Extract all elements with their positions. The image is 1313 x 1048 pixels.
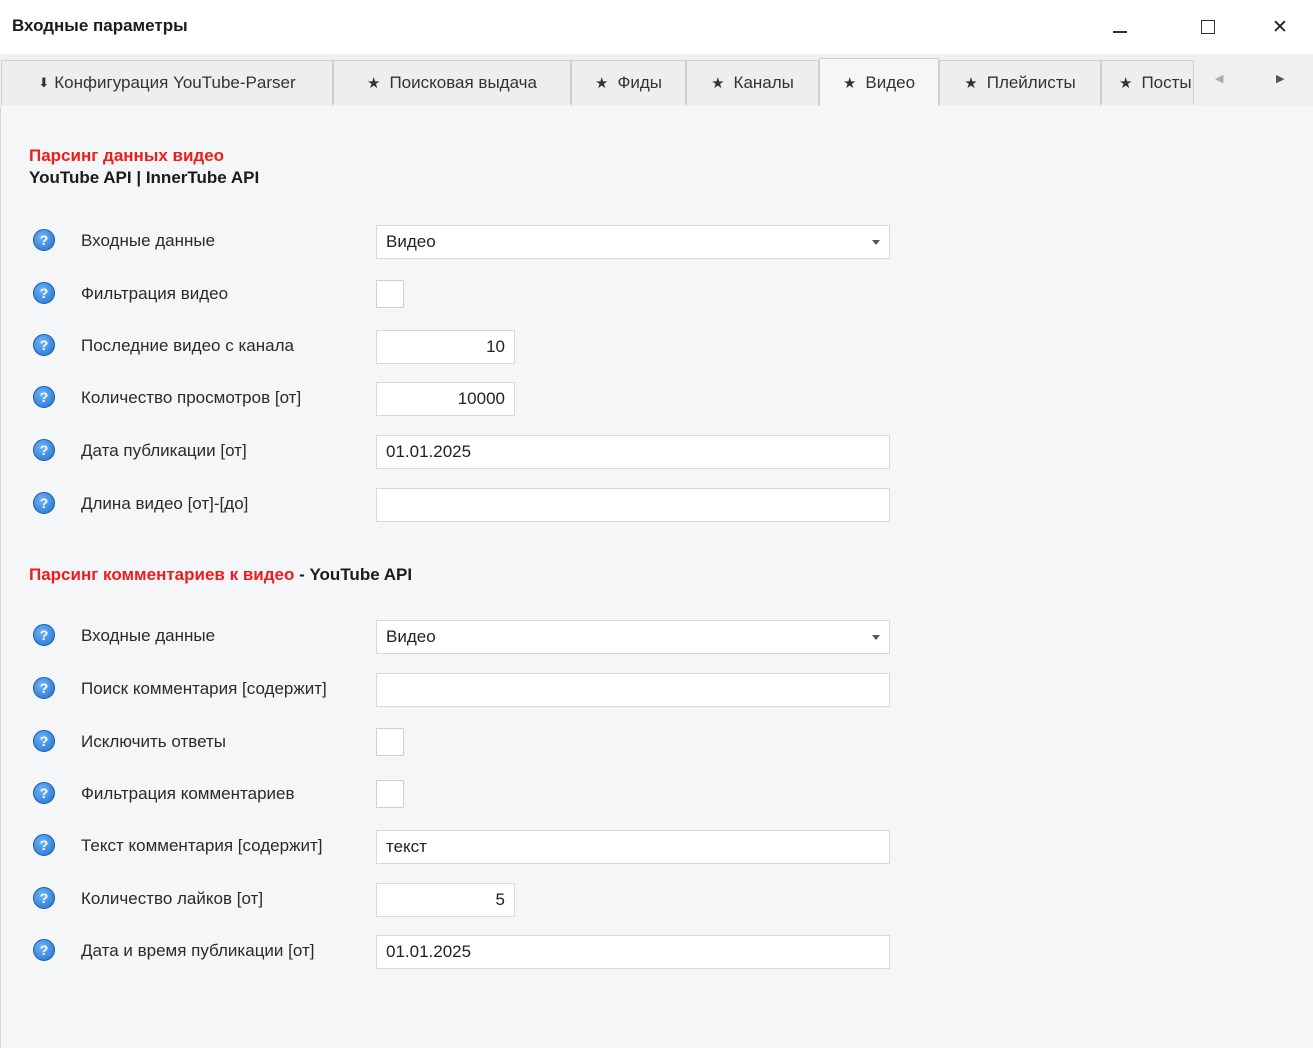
close-button[interactable]: ✕: [1258, 10, 1302, 44]
row-search-comment: ? Поиск комментария [содержит]: [1, 673, 1313, 707]
video-input-data-select[interactable]: Видео: [376, 225, 890, 259]
field-label: Поиск комментария [содержит]: [81, 679, 327, 698]
field-label: Текст комментария [содержит]: [81, 836, 323, 855]
help-icon[interactable]: ?: [33, 492, 55, 514]
help-icon[interactable]: ?: [33, 386, 55, 408]
field-label: Входные данные: [81, 626, 216, 645]
help-icon[interactable]: ?: [33, 730, 55, 752]
help-icon[interactable]: ?: [33, 439, 55, 461]
tab-feeds[interactable]: ★ Фиды: [571, 60, 686, 105]
row-views-from: ? Количество просмотров [от] 10000: [1, 382, 1313, 416]
tab-label: Посты: [1141, 73, 1192, 92]
publish-datetime-from-input[interactable]: 01.01.2025: [376, 935, 890, 969]
star-icon: ★: [1119, 75, 1133, 92]
field-label: Количество просмотров [от]: [81, 388, 302, 407]
field-label: Исключить ответы: [81, 732, 226, 751]
star-icon: ★: [594, 75, 609, 92]
star-icon: ★: [711, 75, 725, 92]
help-icon[interactable]: ?: [33, 282, 55, 304]
field-label: Входные данные: [81, 231, 216, 250]
tab-video[interactable]: ★ Видео: [819, 58, 939, 106]
exclude-replies-checkbox[interactable]: [376, 728, 404, 756]
publish-date-from-input[interactable]: 01.01.2025: [376, 435, 890, 469]
comments-heading-suffix: - YouTube API: [294, 565, 413, 584]
download-icon: ⬇: [38, 75, 50, 90]
dropdown-arrow-icon: [872, 240, 880, 245]
tab-label: Плейлисты: [986, 73, 1076, 92]
help-icon[interactable]: ?: [33, 624, 55, 646]
field-label: Длина видео [от]-[до]: [81, 494, 249, 513]
tab-posts[interactable]: ★ Посты: [1101, 60, 1194, 105]
row-video-input-data: ? Входные данные Видео: [1, 225, 1313, 259]
row-likes-from: ? Количество лайков [от] 5: [1, 883, 1313, 917]
help-icon[interactable]: ?: [33, 334, 55, 356]
tab-search-results[interactable]: ★ Поисковая выдача: [333, 60, 571, 105]
dropdown-arrow-icon: [872, 635, 880, 640]
row-video-length: ? Длина видео [от]-[до]: [1, 488, 1313, 522]
tab-strip: ⬇ Конфигурация YouTube-Parser ★ Поискова…: [0, 54, 1313, 107]
field-label: Фильтрация видео: [81, 284, 229, 303]
select-value: Видео: [386, 232, 436, 251]
video-section-heading: Парсинг данных видео: [29, 146, 225, 165]
help-icon[interactable]: ?: [33, 939, 55, 961]
comments-input-data-select[interactable]: Видео: [376, 620, 890, 654]
title-bar: Входные параметры ✕: [0, 0, 1313, 54]
star-icon: ★: [964, 75, 978, 92]
comment-text-input[interactable]: текст: [376, 830, 890, 864]
help-icon[interactable]: ?: [33, 782, 55, 804]
star-icon: ★: [367, 75, 381, 92]
minimize-icon: [1113, 31, 1127, 33]
tab-label: Каналы: [733, 73, 794, 92]
row-exclude-replies: ? Исключить ответы: [1, 726, 1313, 760]
close-icon: ✕: [1272, 16, 1288, 38]
row-publish-date-from: ? Дата публикации [от] 01.01.2025: [1, 435, 1313, 469]
likes-from-input[interactable]: 5: [376, 883, 515, 917]
search-comment-input[interactable]: [376, 673, 890, 707]
tab-label: Видео: [865, 72, 916, 92]
maximize-button[interactable]: [1186, 10, 1230, 44]
tab-playlists[interactable]: ★ Плейлисты: [939, 60, 1101, 105]
select-value: Видео: [386, 627, 436, 646]
field-label: Последние видео с канала: [81, 336, 294, 355]
row-filter-video: ? Фильтрация видео: [1, 278, 1313, 312]
tab-content-video: Парсинг данных видео YouTube API | Inner…: [0, 106, 1313, 1048]
field-label: Количество лайков [от]: [81, 889, 264, 908]
tab-channels[interactable]: ★ Каналы: [686, 60, 819, 105]
tab-label: Конфигурация YouTube-Parser: [54, 73, 296, 92]
video-section-subheading: YouTube API | InnerTube API: [29, 168, 260, 187]
tab-scroll-right-icon[interactable]: ▶: [1276, 72, 1284, 85]
help-icon[interactable]: ?: [33, 229, 55, 251]
last-videos-input[interactable]: 10: [376, 330, 515, 364]
filter-video-checkbox[interactable]: [376, 280, 404, 308]
row-filter-comments: ? Фильтрация комментариев: [1, 778, 1313, 812]
video-length-input[interactable]: [376, 488, 890, 522]
row-publish-datetime-from: ? Дата и время публикации [от] 01.01.202…: [1, 935, 1313, 969]
filter-comments-checkbox[interactable]: [376, 780, 404, 808]
row-comments-input-data: ? Входные данные Видео: [1, 620, 1313, 654]
help-icon[interactable]: ?: [33, 677, 55, 699]
row-comment-text: ? Текст комментария [содержит] текст: [1, 830, 1313, 864]
minimize-button[interactable]: [1098, 10, 1142, 44]
comments-section-heading: Парсинг комментариев к видео - YouTube A…: [29, 565, 412, 585]
help-icon[interactable]: ?: [33, 887, 55, 909]
window-title: Входные параметры: [12, 16, 188, 35]
row-last-videos: ? Последние видео с канала 10: [1, 330, 1313, 364]
field-label: Дата публикации [от]: [81, 441, 247, 460]
field-label: Дата и время публикации [от]: [81, 941, 315, 960]
tab-scroll-left-icon[interactable]: ◀: [1215, 72, 1223, 85]
tab-youtube-parser-config[interactable]: ⬇ Конфигурация YouTube-Parser: [1, 60, 333, 105]
tab-label: Фиды: [617, 73, 662, 92]
star-icon: ★: [842, 74, 857, 92]
field-label: Фильтрация комментариев: [81, 784, 295, 803]
tab-label: Поисковая выдача: [389, 73, 537, 92]
help-icon[interactable]: ?: [33, 834, 55, 856]
comments-heading-red: Парсинг комментариев к видео: [29, 565, 295, 584]
views-from-input[interactable]: 10000: [376, 382, 515, 416]
maximize-icon: [1201, 20, 1215, 34]
